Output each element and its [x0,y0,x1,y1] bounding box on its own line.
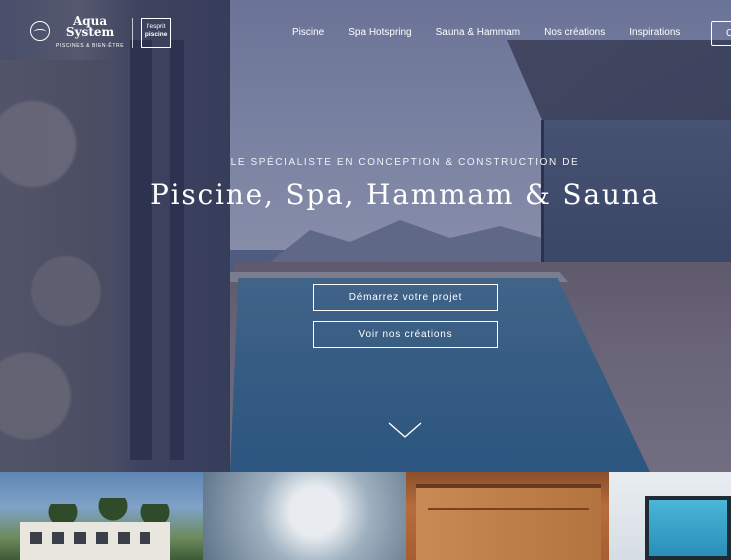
site-logo[interactable]: Aqua System PISCINES & BIEN-ÊTRE l'espri… [30,15,172,49]
creation-thumb-sauna[interactable] [406,472,609,560]
nav-item-sauna-hammam[interactable]: Sauna & Hammam [436,27,520,38]
logo-tagline: PISCINES & BIEN-ÊTRE [56,43,125,49]
wave-circle-icon [30,20,50,41]
hero-headline: Piscine, Spa, Hammam & Sauna [149,178,661,211]
main-nav: Piscine Spa Hotspring Sauna & Hammam Nos… [292,27,704,38]
partner-logo[interactable]: l'esprit piscine [141,17,172,48]
partner-logo-line2: piscine [144,30,168,38]
nav-item-nos-creations[interactable]: Nos créations [544,27,605,38]
chevron-down-icon[interactable] [388,421,422,439]
creation-thumb-spa-water[interactable] [203,472,406,560]
hero-eyebrow: Le spécialiste en conception & construct… [230,157,580,168]
nav-item-piscine[interactable]: Piscine [292,27,324,38]
hero-overlay [0,0,731,472]
creations-strip [0,472,731,560]
logo-divider [132,17,134,48]
partner-logo-line1: l'esprit [146,22,166,30]
creation-thumb-villa-pool[interactable] [0,472,203,560]
contact-button[interactable]: C [711,21,731,46]
hero-section: Aqua System PISCINES & BIEN-ÊTRE l'espri… [0,0,731,472]
view-creations-button[interactable]: Voir nos créations [313,321,498,348]
start-project-button[interactable]: Démarrez votre projet [313,284,498,311]
nav-item-spa-hotspring[interactable]: Spa Hotspring [348,27,411,38]
logo-name-line2: System [65,25,115,39]
creation-thumb-hammam[interactable] [609,472,731,560]
nav-item-inspirations[interactable]: Inspirations [629,27,680,38]
